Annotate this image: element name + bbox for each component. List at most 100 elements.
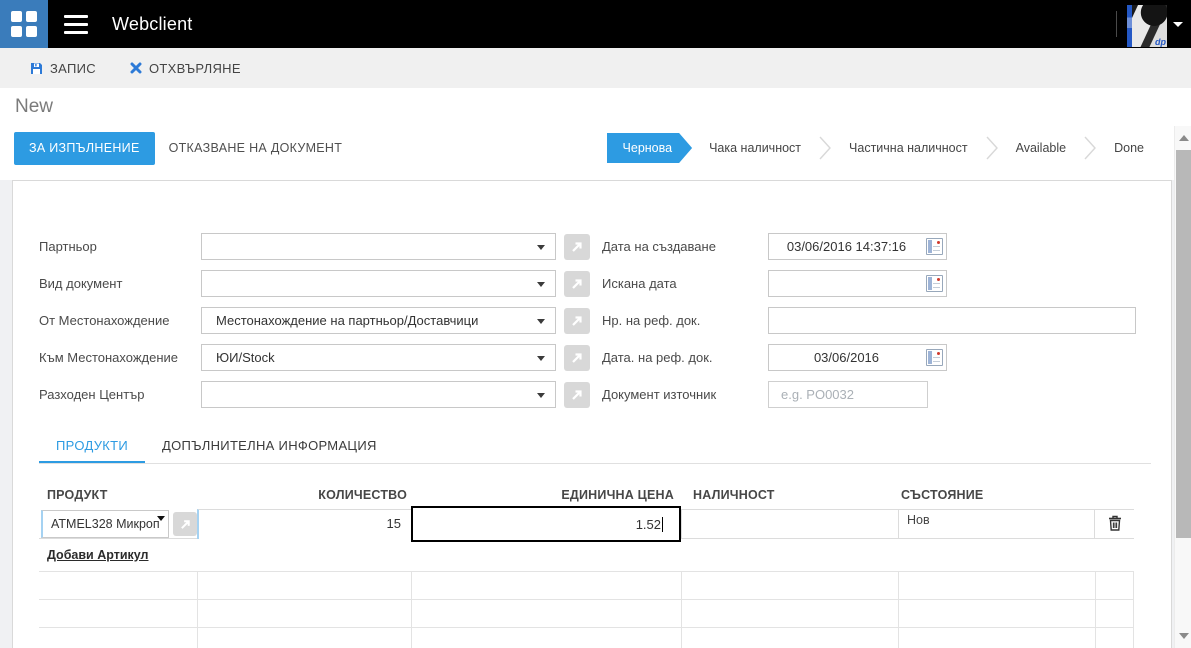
product-input[interactable]: ATMEL328 Микроп bbox=[41, 510, 169, 538]
chevron-down-icon bbox=[157, 516, 165, 521]
scrollbar-thumb[interactable] bbox=[1176, 150, 1191, 538]
calendar-icon[interactable] bbox=[926, 238, 943, 255]
field-label-ref-doc-number: Нр. на реф. док. bbox=[602, 313, 701, 328]
field-label-doc-type: Вид документ bbox=[39, 276, 123, 291]
field-label-source-location: От Местонахождение bbox=[39, 313, 170, 328]
internal-link-icon bbox=[572, 278, 582, 289]
grid-icon bbox=[26, 11, 37, 22]
form: Партньор Вид документ От Местонахождение… bbox=[39, 233, 1149, 418]
status-step-available[interactable]: Available bbox=[999, 141, 1084, 155]
status-step-waiting[interactable]: Чака наличност bbox=[692, 141, 818, 155]
execute-button[interactable]: ЗА ИЗПЪЛНЕНИЕ bbox=[14, 131, 155, 165]
chevron-right-icon bbox=[1084, 136, 1097, 160]
notebook-tabs: ПРОДУКТИ ДОПЪЛНИТЕЛНА ИНФОРМАЦИЯ bbox=[39, 434, 1151, 464]
status-step-partial[interactable]: Частична наличност bbox=[832, 141, 985, 155]
field-label-partner: Партньор bbox=[39, 239, 97, 254]
requested-date-input[interactable] bbox=[768, 270, 947, 297]
grid-icon bbox=[11, 11, 22, 22]
form-right-column: Дата на създаване 03/06/2016 14:37:16 Ис… bbox=[602, 233, 1149, 418]
save-button[interactable]: ЗАПИС bbox=[30, 61, 96, 76]
unit-price-input[interactable]: 1.52 bbox=[411, 506, 681, 542]
availability-cell bbox=[681, 509, 898, 539]
create-date-value: 03/06/2016 14:37:16 bbox=[786, 239, 907, 254]
cost-center-select[interactable] bbox=[201, 381, 556, 408]
avatar-badge: dp bbox=[1155, 37, 1166, 47]
source-location-select[interactable]: Местонахождение на партньор/Доставчици bbox=[201, 307, 556, 334]
doc-type-open-record-button[interactable] bbox=[564, 270, 590, 297]
app-title: Webclient bbox=[112, 13, 193, 34]
column-header-status: СЪСТОЯНИЕ bbox=[901, 487, 984, 502]
partner-open-record-button[interactable] bbox=[564, 233, 590, 260]
scroll-up-icon[interactable] bbox=[1179, 135, 1189, 141]
chevron-right-icon bbox=[819, 136, 831, 160]
dest-location-value: ЮИ/Stock bbox=[216, 350, 275, 365]
scroll-down-icon[interactable] bbox=[1179, 633, 1189, 639]
column-header-quantity: КОЛИЧЕСТВО bbox=[318, 487, 407, 502]
products-table: ПРОДУКТ КОЛИЧЕСТВО ЕДИНИЧНА ЦЕНА НАЛИЧНО… bbox=[39, 480, 1134, 648]
tab-products[interactable]: ПРОДУКТИ bbox=[39, 434, 146, 463]
create-date-input[interactable]: 03/06/2016 14:37:16 bbox=[768, 233, 947, 260]
column-header-product: ПРОДУКТ bbox=[47, 487, 108, 502]
table-header-row: ПРОДУКТ КОЛИЧЕСТВО ЕДИНИЧНА ЦЕНА НАЛИЧНО… bbox=[39, 480, 1134, 509]
user-area: dp bbox=[1116, 0, 1191, 48]
quantity-input[interactable]: 15 bbox=[197, 509, 411, 539]
status-step-done[interactable]: Done bbox=[1097, 141, 1161, 155]
unit-price-value: 1.52 bbox=[635, 517, 661, 532]
source-location-open-record-button[interactable] bbox=[564, 307, 590, 334]
add-item-link[interactable]: Добави Артикул bbox=[47, 548, 149, 562]
breadcrumb: New bbox=[0, 88, 1191, 126]
text-cursor bbox=[662, 517, 663, 532]
app-switcher-button[interactable] bbox=[0, 0, 48, 48]
chevron-down-icon bbox=[537, 393, 545, 398]
internal-link-icon bbox=[572, 241, 582, 252]
grid-icon bbox=[11, 26, 22, 37]
field-label-source-document: Документ източник bbox=[602, 387, 717, 402]
trash-icon bbox=[1108, 515, 1121, 531]
source-document-input[interactable]: e.g. PO0032 bbox=[768, 381, 928, 408]
chevron-right-icon bbox=[986, 136, 998, 160]
partner-select[interactable] bbox=[201, 233, 556, 260]
empty-rows bbox=[39, 571, 1134, 648]
status-cell: Нов bbox=[898, 509, 1095, 539]
floppy-icon bbox=[31, 62, 42, 74]
discard-label: ОТХВЪРЛЯНЕ bbox=[148, 60, 241, 76]
status-step-draft[interactable]: Чернова bbox=[607, 133, 693, 163]
product-value: ATMEL328 Микроп bbox=[51, 517, 160, 531]
row-actions-cell bbox=[1095, 509, 1134, 539]
doc-type-select[interactable] bbox=[201, 270, 556, 297]
vertical-scrollbar[interactable] bbox=[1174, 126, 1191, 648]
internal-link-icon bbox=[572, 389, 582, 400]
form-left-column: Партньор Вид документ От Местонахождение… bbox=[39, 233, 602, 418]
ref-doc-number-input[interactable] bbox=[768, 307, 1136, 334]
field-label-cost-center: Разходен Център bbox=[39, 387, 145, 402]
chevron-down-icon bbox=[537, 282, 545, 287]
calendar-icon[interactable] bbox=[926, 275, 943, 292]
tab-extra-info[interactable]: ДОПЪЛНИТЕЛНА ИНФОРМАЦИЯ bbox=[145, 434, 394, 463]
cost-center-open-record-button[interactable] bbox=[564, 381, 590, 408]
internal-link-icon bbox=[572, 315, 582, 326]
user-menu-caret-icon[interactable] bbox=[1173, 21, 1183, 27]
page-background: Партньор Вид документ От Местонахождение… bbox=[0, 180, 1191, 648]
ref-doc-date-value: 03/06/2016 bbox=[813, 350, 880, 365]
empty-table-row bbox=[39, 600, 1134, 628]
cancel-document-button[interactable]: ОТКАЗВАНЕ НА ДОКУМЕНТ bbox=[155, 132, 357, 165]
discard-button[interactable]: ОТХВЪРЛЯНЕ bbox=[130, 61, 241, 76]
dest-location-open-record-button[interactable] bbox=[564, 344, 590, 371]
user-avatar[interactable]: dp bbox=[1127, 5, 1167, 47]
field-label-ref-doc-date: Дата. на реф. док. bbox=[602, 350, 713, 365]
add-row: Добави Артикул bbox=[39, 539, 1134, 571]
menu-toggle-icon[interactable] bbox=[64, 0, 94, 48]
source-document-placeholder: e.g. PO0032 bbox=[781, 387, 854, 402]
ref-doc-date-input[interactable]: 03/06/2016 bbox=[768, 344, 947, 371]
calendar-icon[interactable] bbox=[926, 349, 943, 366]
form-sheet: Партньор Вид документ От Местонахождение… bbox=[12, 180, 1172, 648]
column-header-availability: НАЛИЧНОСТ bbox=[693, 487, 775, 502]
save-label: ЗАПИС bbox=[50, 60, 96, 76]
product-open-record-button[interactable] bbox=[173, 512, 197, 536]
dest-location-select[interactable]: ЮИ/Stock bbox=[201, 344, 556, 371]
delete-row-button[interactable] bbox=[1106, 513, 1124, 536]
grid-icon bbox=[26, 26, 37, 37]
empty-table-row bbox=[39, 628, 1134, 648]
chevron-down-icon bbox=[537, 245, 545, 250]
topbar-divider bbox=[1116, 11, 1117, 37]
